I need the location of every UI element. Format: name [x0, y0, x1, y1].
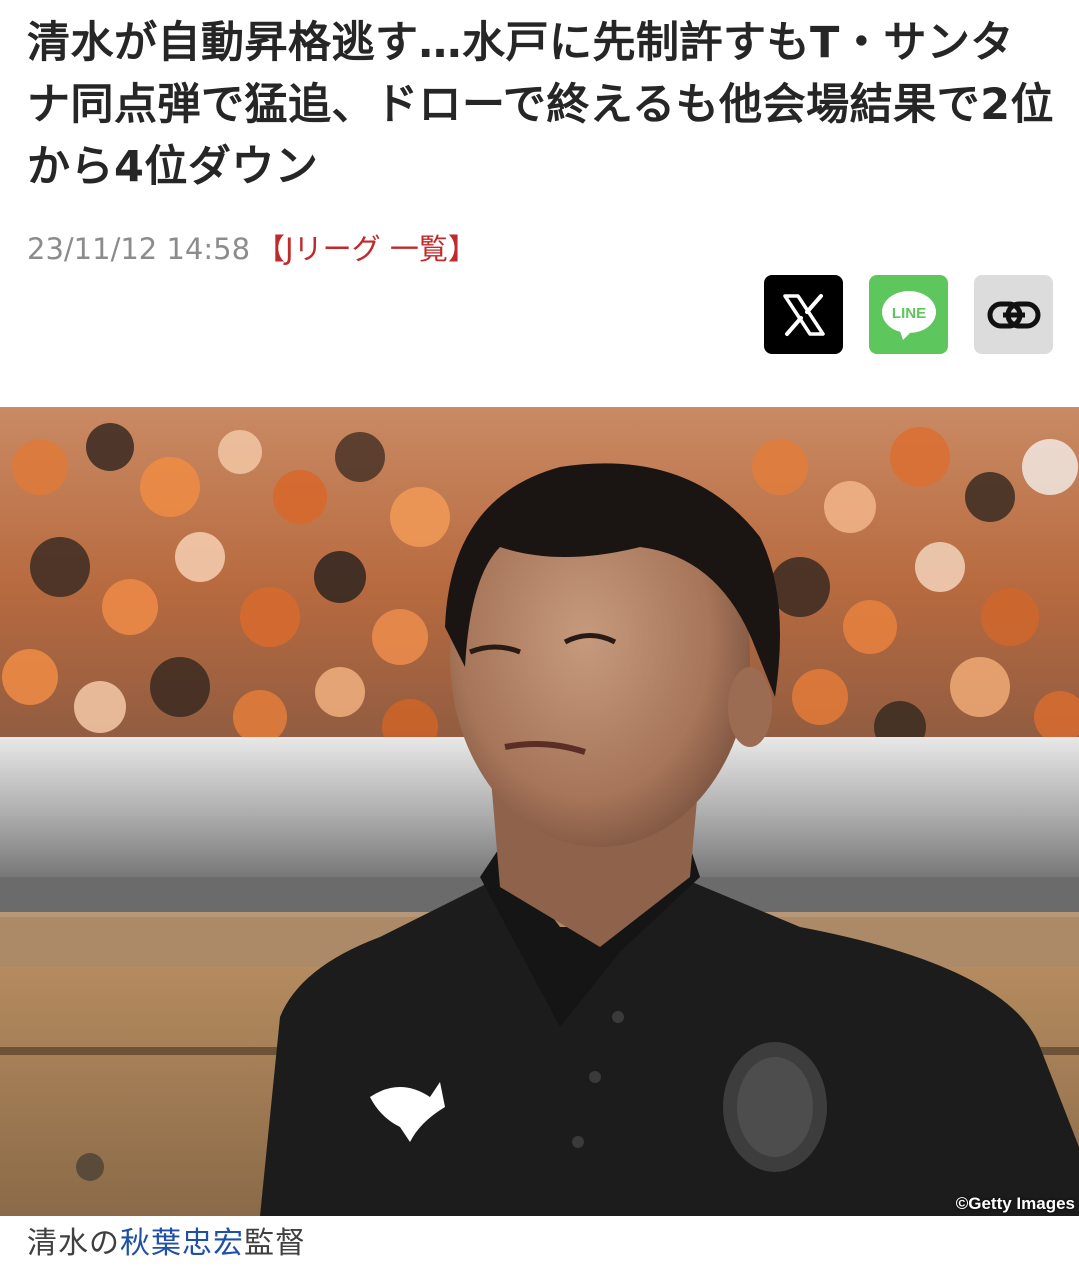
- category-link[interactable]: 【Jリーグ 一覧】: [256, 232, 477, 266]
- link-icon: [987, 301, 1040, 328]
- article-meta: 23/11/12 14:58 【Jリーグ 一覧】: [27, 228, 477, 270]
- article-headline: 清水が自動昇格逃す…水戸に先制許すもT・サンタナ同点弾で猛追、ドローで終えるも他…: [27, 18, 1055, 192]
- coach-photo: [0, 407, 1079, 1216]
- photo-credit: ©Getty Images: [955, 1194, 1075, 1213]
- line-logo-icon: LINE: [881, 290, 936, 340]
- copy-link-button[interactable]: [974, 275, 1053, 354]
- person-name-link[interactable]: 秋葉忠宏: [120, 1226, 244, 1261]
- article-date: 23/11/12 14:58: [27, 232, 251, 266]
- share-x-button[interactable]: X: [764, 275, 843, 354]
- line-label: LINE: [891, 305, 925, 322]
- caption-prefix: 清水の: [27, 1226, 120, 1261]
- x-logo-icon: X: [782, 293, 825, 336]
- caption-suffix: 監督: [244, 1226, 306, 1261]
- article-page: 清水が自動昇格逃す…水戸に先制許すもT・サンタナ同点弾で猛追、ドローで終えるも他…: [0, 0, 1079, 1282]
- article-photo: ©Getty Images: [0, 407, 1079, 1216]
- share-line-button[interactable]: LINE: [869, 275, 948, 354]
- photo-caption: 清水の秋葉忠宏監督: [27, 1222, 306, 1266]
